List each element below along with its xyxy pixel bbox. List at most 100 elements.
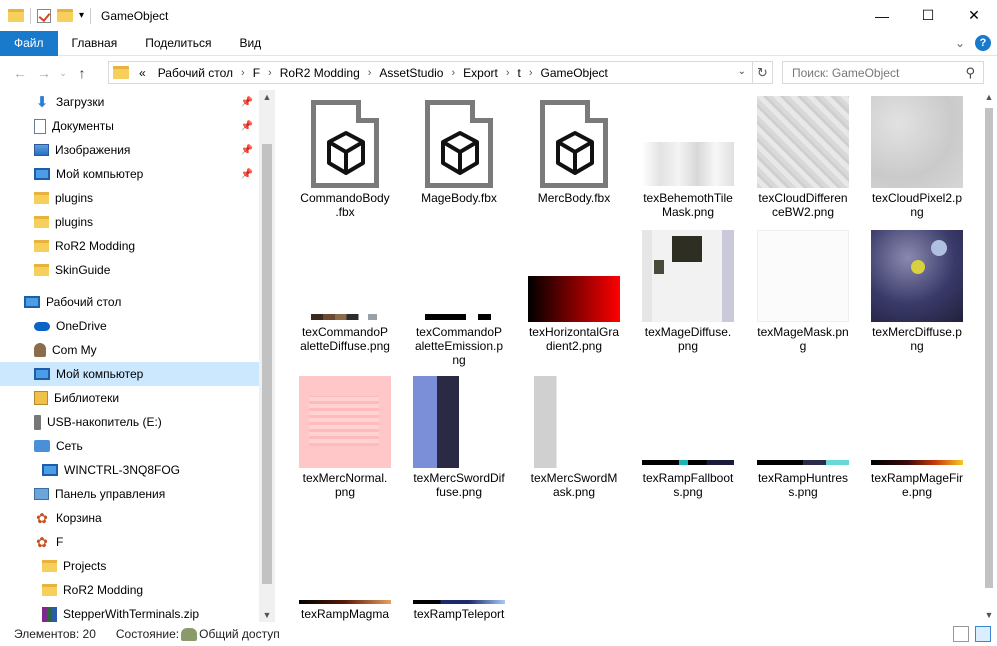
breadcrumb-export[interactable]: Export	[455, 66, 506, 80]
sidebar-item[interactable]: SkinGuide	[0, 258, 259, 282]
forward-arrow-icon[interactable]: →	[32, 65, 56, 81]
file-name: texCommandoP aletteDiffuse.png	[300, 325, 390, 353]
recent-locations-icon[interactable]: ⌄	[56, 68, 70, 79]
sidebar-item[interactable]: ✿ F	[0, 530, 259, 554]
sidebar-item[interactable]: plugins	[0, 186, 259, 210]
image-thumbnail	[413, 230, 505, 322]
maximize-button[interactable]: ☐	[905, 0, 951, 31]
file-item[interactable]: texRampMageFir e.png	[863, 376, 971, 499]
image-thumbnail	[871, 376, 963, 468]
sidebar-item[interactable]: ⬇ Загрузки 📌	[0, 90, 259, 114]
new-folder-icon[interactable]	[57, 9, 73, 22]
file-item[interactable]: texMercSwordDif fuse.png	[405, 376, 513, 499]
search-input[interactable]: Поиск: GameObject ⚲	[782, 61, 984, 84]
file-item[interactable]: texMercSwordM ask.png	[520, 376, 628, 499]
pin-icon[interactable]: 📌	[241, 97, 253, 108]
sidebar-item[interactable]: Рабочий стол	[0, 290, 259, 314]
sidebar-item[interactable]: RoR2 Modding	[0, 234, 259, 258]
file-item[interactable]: texBehemothTile Mask.png	[634, 96, 742, 219]
refresh-button[interactable]: ↻	[753, 61, 773, 84]
scroll-up-icon[interactable]: ▲	[981, 92, 997, 102]
sidebar-item[interactable]: Мой компьютер	[0, 362, 259, 386]
sidebar-item[interactable]: RoR2 Modding	[0, 578, 259, 602]
sidebar-item[interactable]: Projects	[0, 554, 259, 578]
close-button[interactable]: ✕	[951, 0, 997, 31]
file-item[interactable]: texCloudDifferen ceBW2.png	[749, 96, 857, 219]
address-bar[interactable]: « Рабочий стол › F › RoR2 Modding › Asse…	[108, 61, 753, 84]
file-name: texRampFallboot s.png	[642, 471, 734, 499]
sidebar-item[interactable]: Изображения 📌	[0, 138, 259, 162]
window-controls: — ☐ ✕	[859, 0, 997, 31]
sidebar-item[interactable]: USB-накопитель (E:)	[0, 410, 259, 434]
breadcrumb-ror2-modding[interactable]: RoR2 Modding	[272, 66, 368, 80]
sidebar-scrollbar[interactable]: ▲ ▼	[259, 90, 275, 622]
fbx-file-icon	[299, 96, 391, 188]
tab-file[interactable]: Файл	[0, 30, 58, 56]
up-arrow-icon[interactable]: ↑	[70, 65, 94, 81]
sidebar-item[interactable]: Документы 📌	[0, 114, 259, 138]
folder-icon	[34, 192, 49, 204]
file-item[interactable]: MageBody.fbx	[405, 96, 513, 205]
file-item[interactable]: texCommandoP aletteDiffuse.png	[291, 230, 399, 353]
pin-icon[interactable]: 📌	[241, 121, 253, 132]
breadcrumb-t[interactable]: t	[510, 66, 529, 80]
image-thumbnail	[413, 376, 505, 468]
share-state-value: Общий доступ	[199, 627, 280, 641]
sidebar-item[interactable]: Com My	[0, 338, 259, 362]
sidebar-item[interactable]: OneDrive	[0, 314, 259, 338]
file-item[interactable]: texMageDiffuse. png	[634, 230, 742, 353]
sidebar-item[interactable]: StepperWithTerminals.zip	[0, 602, 259, 622]
file-name: texRampHuntres s.png	[757, 471, 849, 499]
file-name: texMercSwordDif fuse.png	[413, 471, 505, 499]
scroll-down-icon[interactable]: ▼	[981, 610, 997, 620]
file-item[interactable]: texMageMask.pn g	[749, 230, 857, 353]
pin-icon[interactable]: 📌	[241, 145, 253, 156]
tab-share[interactable]: Поделиться	[131, 31, 225, 56]
breadcrumb-overflow[interactable]: «	[135, 66, 150, 80]
file-item[interactable]: texRampHuntres s.png	[749, 376, 857, 499]
file-item[interactable]: texRampMagma	[291, 522, 399, 621]
details-view-button[interactable]	[953, 626, 969, 642]
expand-ribbon-icon[interactable]: ⌄	[955, 36, 965, 50]
help-icon[interactable]: ?	[975, 35, 991, 51]
breadcrumb-assetstudio[interactable]: AssetStudio	[371, 66, 451, 80]
tab-home[interactable]: Главная	[58, 31, 132, 56]
file-item[interactable]: texCommandoP aletteEmission.p ng	[405, 230, 513, 367]
sidebar-item[interactable]: WINCTRL-3NQ8FOG	[0, 458, 259, 482]
sidebar-item[interactable]: Панель управления	[0, 482, 259, 506]
file-item[interactable]: texRampTeleport	[405, 522, 513, 621]
breadcrumb-desktop[interactable]: Рабочий стол	[150, 66, 241, 80]
sidebar-item-label: Библиотеки	[54, 391, 120, 405]
properties-icon[interactable]	[37, 8, 51, 23]
address-dropdown-icon[interactable]: ⌄	[738, 66, 746, 77]
file-item[interactable]: MercBody.fbx	[520, 96, 628, 205]
file-item[interactable]: texMercDiffuse.p ng	[863, 230, 971, 353]
breadcrumb-gameobject[interactable]: GameObject	[533, 66, 616, 80]
sidebar-item[interactable]: Сеть	[0, 434, 259, 458]
back-arrow-icon[interactable]: ←	[8, 65, 32, 81]
minimize-button[interactable]: —	[859, 0, 905, 31]
scrollbar-thumb[interactable]	[262, 144, 272, 584]
folder-icon	[34, 216, 49, 228]
scrollbar-thumb[interactable]	[985, 108, 993, 588]
tab-view[interactable]: Вид	[225, 31, 275, 56]
scroll-down-icon[interactable]: ▼	[259, 610, 275, 620]
content-scrollbar[interactable]: ▲ ▼	[981, 90, 997, 622]
file-name: texMageDiffuse. png	[644, 325, 732, 353]
sidebar-item[interactable]: ✿ Корзина	[0, 506, 259, 530]
customize-toolbar-icon[interactable]: ▾	[79, 10, 84, 21]
file-name: texCloudPixel2.p ng	[871, 191, 963, 219]
file-item[interactable]: texHorizontalGra dient2.png	[520, 230, 628, 353]
file-item[interactable]: texRampFallboot s.png	[634, 376, 742, 499]
file-item[interactable]: texMercNormal. png	[291, 376, 399, 499]
sidebar-item[interactable]: Библиотеки	[0, 386, 259, 410]
sidebar-item[interactable]: Мой компьютер 📌	[0, 162, 259, 186]
breadcrumb-f[interactable]: F	[245, 66, 268, 80]
sidebar-item-label: OneDrive	[56, 319, 107, 333]
sidebar-item[interactable]: plugins	[0, 210, 259, 234]
file-item[interactable]: CommandoBody .fbx	[291, 96, 399, 219]
file-item[interactable]: texCloudPixel2.p ng	[863, 96, 971, 219]
scroll-up-icon[interactable]: ▲	[259, 92, 275, 102]
pin-icon[interactable]: 📌	[241, 169, 253, 180]
large-icons-view-button[interactable]	[975, 626, 991, 642]
